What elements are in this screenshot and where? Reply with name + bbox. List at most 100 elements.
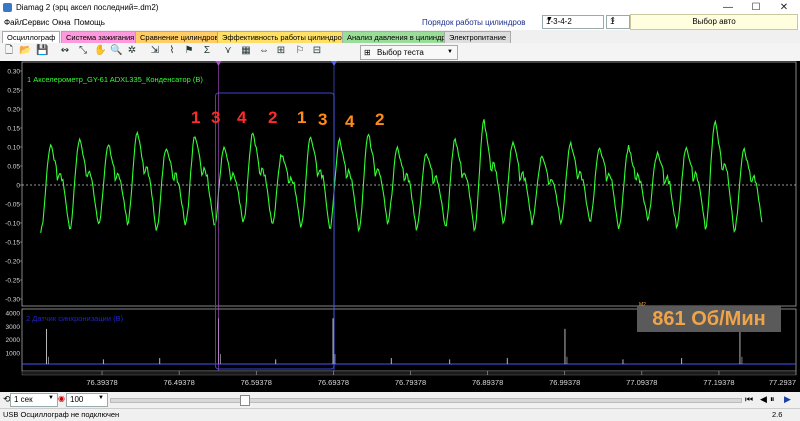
menu-service[interactable]: Сервис xyxy=(22,18,49,27)
zoom-icon[interactable]: 🔍 xyxy=(110,45,122,57)
y-tick-label: 0.05 xyxy=(7,164,20,171)
x-tick-label: 77.2937 xyxy=(769,378,796,387)
chevron-down-icon: ▼ xyxy=(48,395,54,401)
tab-cylinder-compare[interactable]: Сравнение цилиндров xyxy=(135,31,224,43)
menu-file[interactable]: Файл xyxy=(4,18,24,27)
markers-icon[interactable]: ⚑ xyxy=(183,45,195,57)
firing-order-orange-4: 2 xyxy=(375,110,385,129)
y-tick-label: -0.05 xyxy=(5,202,20,209)
sync-filter-icon[interactable]: ⋎ xyxy=(222,45,234,57)
window-title: Diamag 2 (эрц аксел последний=.dm2) xyxy=(16,3,159,12)
cursor-marker-b xyxy=(331,61,338,66)
app-icon xyxy=(3,3,12,12)
flag-icon[interactable]: ⚐ xyxy=(294,45,306,57)
x-tick-label: 77.19378 xyxy=(703,378,734,387)
firing-order-red-1: 1 xyxy=(191,108,201,127)
firing-order-orange-1: 1 xyxy=(297,108,307,127)
cylinder-order-select[interactable]: 1-3-4-2 ▼ xyxy=(542,15,604,29)
firing-order-red-2: 3 xyxy=(211,108,221,127)
maximize-button[interactable]: ☐ xyxy=(746,2,766,13)
split-icon[interactable]: ⊞ xyxy=(275,45,287,57)
hand-pan-icon[interactable]: ✋ xyxy=(94,45,106,57)
x-tick-label: 76.69378 xyxy=(318,378,349,387)
timebase-value: 1 сек xyxy=(14,395,33,404)
timeline-slider[interactable] xyxy=(110,398,742,403)
cylinder-number-stepper[interactable]: 1 ⇕ xyxy=(606,15,630,29)
compare-icon[interactable]: ⇔ xyxy=(258,45,270,57)
filter-icon[interactable]: ✲ xyxy=(126,45,138,57)
cursor-marker-a xyxy=(215,61,222,66)
y-tick-label: -0.25 xyxy=(5,278,20,285)
rpm-display: 861 Об/Мин xyxy=(637,306,781,332)
x-tick-label: 76.59378 xyxy=(241,378,272,387)
firing-order-orange-3: 4 xyxy=(345,112,355,131)
tab-ignition[interactable]: Система зажигания xyxy=(61,31,140,43)
tab-power-supply[interactable]: Электропитание xyxy=(444,31,512,43)
pause-icon[interactable]: ⏸ xyxy=(770,394,775,405)
record-icon[interactable]: ◉ xyxy=(58,394,65,403)
channel-arrows-icon[interactable]: ↭ xyxy=(59,45,71,57)
sigma-zero-icon[interactable]: Σ xyxy=(201,45,213,57)
grid-icon[interactable]: ▦ xyxy=(240,45,252,57)
y-tick-label: 0.15 xyxy=(7,126,20,133)
timebase-select[interactable]: 1 сек ▼ xyxy=(10,393,58,407)
sync-y-tick-label: 1000 xyxy=(6,350,21,357)
step-back-icon[interactable]: ◀ xyxy=(760,394,767,405)
x-tick-label: 76.39378 xyxy=(86,378,117,387)
minimize-button[interactable]: — xyxy=(718,2,738,13)
firing-order-red-3: 4 xyxy=(237,108,247,127)
tab-pressure-analysis[interactable]: Анализ давления в цилиндре xyxy=(342,31,455,43)
test-select-label: Выбор теста xyxy=(377,48,424,57)
y-tick-label: 0 xyxy=(16,183,20,190)
cursor-icon[interactable]: ⇲ xyxy=(149,45,161,57)
snapshot-icon[interactable]: ⊟ xyxy=(311,45,323,57)
series-label-sync: 2 Датчик синхронизации (В) xyxy=(26,314,124,323)
measure-icon[interactable]: ⌇ xyxy=(166,45,178,57)
sync-y-tick-label: 2000 xyxy=(6,337,21,344)
open-folder-icon[interactable]: 📂 xyxy=(19,45,31,57)
bottom-bar: ⟲ 1 сек ▼ ◉ 100 ▼ ⏮ ◀ ⏸ ▶ xyxy=(0,392,800,408)
sync-y-tick-label: 4000 xyxy=(6,311,21,318)
play-icon[interactable]: ▶ xyxy=(784,394,791,405)
zoom-select[interactable]: 100 ▼ xyxy=(66,393,108,407)
x-tick-label: 76.99378 xyxy=(549,378,580,387)
oscilloscope-chart[interactable]: 0.30 0.25 0.20 0.15 0.10 0.05 0 -0.05 -0.10 -0.15… xyxy=(0,61,800,392)
cylinder-order-label: Порядок работы цилиндров xyxy=(422,18,526,27)
accelerometer-trace xyxy=(40,119,763,233)
test-select[interactable]: ⊞ Выбор теста ▼ xyxy=(360,45,458,60)
new-file-icon[interactable]: 🗋 xyxy=(3,45,15,57)
x-axis-band xyxy=(21,370,797,376)
tab-cylinder-efficiency[interactable]: Эффективность работы цилиндров xyxy=(217,31,351,43)
tab-oscilloscope[interactable]: Осциллограф xyxy=(2,31,61,43)
close-button[interactable]: ✕ xyxy=(774,2,794,13)
save-icon[interactable]: 💾 xyxy=(36,45,48,57)
rpm-tag: M2 xyxy=(639,302,646,308)
spin-arrows-icon: ⇕ xyxy=(610,17,616,24)
menu-windows[interactable]: Окна xyxy=(52,18,71,27)
test-icon: ⊞ xyxy=(364,48,371,57)
cursor-selection-box xyxy=(214,92,335,370)
auto-scale-icon[interactable]: ⤡ xyxy=(77,45,89,57)
oscilloscope-panel[interactable]: 0.30 0.25 0.20 0.15 0.10 0.05 0 -0.05 -0.10 -0.15… xyxy=(0,61,800,392)
rpm-value: 861 Об/Мин xyxy=(652,308,766,330)
y-tick-label: -0.10 xyxy=(5,221,20,228)
auto-select-button[interactable]: Выбор авто xyxy=(630,14,798,30)
series-label-accelerometer: 1 Акселерометр_GY-61 ADXL335_Конденсатор… xyxy=(27,75,203,84)
y-tick-label: 0.10 xyxy=(7,145,20,152)
y-tick-label: 0.30 xyxy=(7,69,20,76)
x-tick-label: 76.89378 xyxy=(472,378,503,387)
sync-y-tick-label: 3000 xyxy=(6,324,21,331)
y-tick-label: -0.20 xyxy=(5,259,20,266)
firing-order-red-4: 2 xyxy=(268,108,278,127)
timeline-slider-handle[interactable] xyxy=(240,395,250,406)
skip-start-icon[interactable]: ⏮ xyxy=(745,394,753,405)
top-panel-frame xyxy=(21,61,797,307)
menu-help[interactable]: Помощь xyxy=(74,18,105,27)
y-tick-label: 0.25 xyxy=(7,88,20,95)
chevron-down-icon: ▼ xyxy=(447,49,453,55)
status-bar: USB Осциллограф не подключен 2.6 xyxy=(0,408,800,421)
y-tick-label: -0.30 xyxy=(5,297,20,304)
y-tick-label: 0.20 xyxy=(7,107,20,114)
status-text: USB Осциллограф не подключен xyxy=(3,410,120,419)
status-right-value: 2.6 xyxy=(772,410,783,419)
